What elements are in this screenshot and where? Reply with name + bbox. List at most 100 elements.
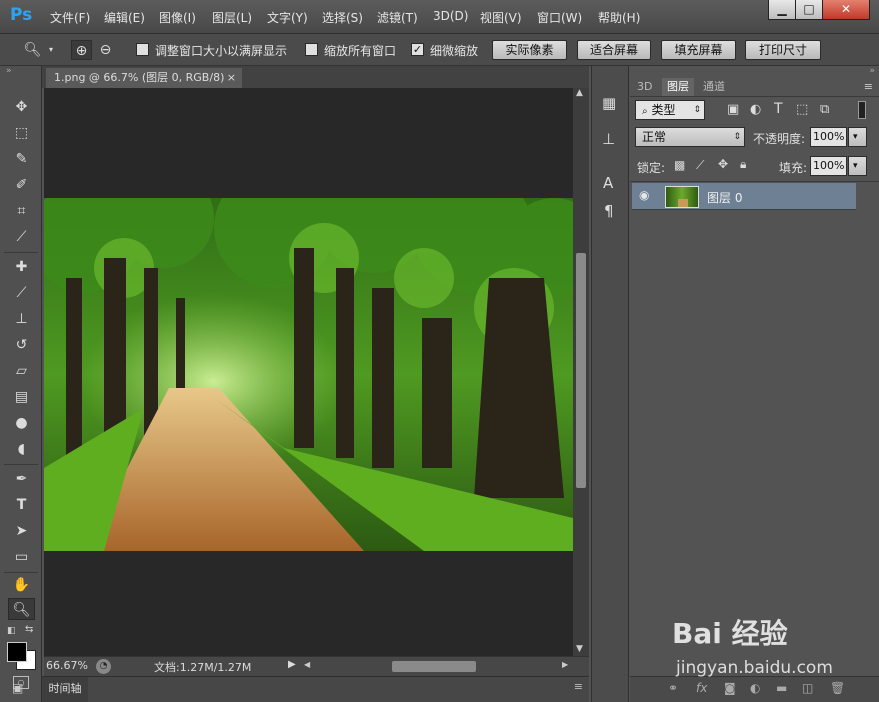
hand-tool-icon[interactable]: ✋ <box>8 574 35 596</box>
close-tab-icon[interactable]: × <box>227 68 236 88</box>
image-forest-road <box>44 198 573 551</box>
swap-colors-icon[interactable]: ⇆ <box>25 624 33 635</box>
menu-view[interactable]: 视图(V) <box>480 9 522 26</box>
filter-shape-icon[interactable]: ⬚ <box>796 102 808 117</box>
shape-tool-icon[interactable]: ▭ <box>8 546 35 568</box>
chevron-down-icon[interactable]: ▾ <box>44 40 58 60</box>
zoom-out-icon[interactable]: ⊖ <box>95 40 116 60</box>
menu-edit[interactable]: 编辑(E) <box>104 9 145 26</box>
vertical-scrollbar[interactable]: ▲ ▼ <box>573 88 589 656</box>
layer-row[interactable]: ◉ 图层 0 <box>632 183 856 210</box>
collapse-arrows-icon[interactable]: » <box>6 66 12 76</box>
panel-collapse-icon[interactable]: » <box>869 66 875 76</box>
lasso-tool-icon[interactable]: ✎ <box>8 148 35 170</box>
filter-adjustment-icon[interactable]: ◐ <box>750 102 761 117</box>
path-selection-tool-icon[interactable]: ➤ <box>8 520 35 542</box>
scroll-left-icon[interactable]: ◀ <box>304 660 310 669</box>
tab-layers[interactable]: 图层 <box>662 78 694 96</box>
lock-position-icon[interactable]: ✥ <box>718 157 728 171</box>
menu-filter[interactable]: 滤镜(T) <box>377 9 418 26</box>
scrubby-zoom-checkbox[interactable]: ✓ <box>411 43 424 56</box>
fill-dropdown-icon[interactable]: ▾ <box>848 156 867 176</box>
horizontal-scroll-thumb[interactable] <box>392 661 476 672</box>
zoom-all-windows-label: 缩放所有窗口 <box>324 44 397 58</box>
filter-type-icon[interactable]: T <box>774 101 783 117</box>
opacity-dropdown-icon[interactable]: ▾ <box>848 127 867 147</box>
zoom-all-windows-checkbox[interactable] <box>305 43 318 56</box>
fill-input[interactable]: 100% <box>810 156 847 176</box>
status-info-icon[interactable]: ◔ <box>96 659 111 674</box>
resize-windows-checkbox[interactable] <box>136 43 149 56</box>
blur-tool-icon[interactable]: ● <box>8 412 35 434</box>
lock-all-icon[interactable]: 🔒︎ <box>740 157 746 172</box>
crop-tool-icon[interactable]: ⌗ <box>8 200 35 222</box>
clone-stamp-tool-icon[interactable]: ⊥ <box>8 308 35 330</box>
timeline-menu-icon[interactable]: ≡ <box>574 680 583 693</box>
blend-mode-select[interactable]: 正常 ⇕ <box>635 127 745 147</box>
lock-pixels-icon[interactable]: ⟋ <box>696 158 704 173</box>
document-tab[interactable]: 1.png @ 66.7% (图层 0, RGB/8) × <box>46 68 242 88</box>
marquee-tool-icon[interactable]: ⬚ <box>8 122 35 144</box>
layer-name[interactable]: 图层 0 <box>707 189 742 206</box>
fit-screen-button[interactable]: 适合屏幕 <box>577 40 651 60</box>
brush-tool-icon[interactable]: ⟋ <box>8 282 35 304</box>
zoom-tool-preset-icon[interactable]: 🔍︎ <box>22 40 43 60</box>
opacity-input[interactable]: 100% <box>810 127 847 147</box>
menu-select[interactable]: 选择(S) <box>322 9 363 26</box>
zoom-in-icon[interactable]: ⊕ <box>71 40 92 60</box>
menu-3d[interactable]: 3D(D) <box>433 9 468 23</box>
actual-pixels-button[interactable]: 实际像素 <box>492 40 567 60</box>
character-panel-icon[interactable]: A <box>603 174 613 192</box>
filter-smart-object-icon[interactable]: ⧉ <box>820 102 829 117</box>
layer-filter-kind-select[interactable]: ⌕ 类型 ⇕ <box>635 100 705 120</box>
menu-type[interactable]: 文字(Y) <box>267 9 308 26</box>
eyedropper-tool-icon[interactable]: ⟋ <box>8 226 35 248</box>
foreground-color-swatch[interactable] <box>7 642 27 662</box>
lock-transparency-icon[interactable]: ▩ <box>674 158 685 172</box>
default-colors-icon[interactable]: ◧ <box>7 626 16 636</box>
zoom-tool-icon[interactable]: 🔍︎ <box>8 598 35 620</box>
tools-panel: » ✥ ⬚ ✎ ✐ ⌗ ⟋ ✚ ⟋ ⊥ ↺ ▱ ▤ ● ◖ ✒ T ➤ ▭ ✋ … <box>0 66 42 702</box>
visibility-eye-icon[interactable]: ◉ <box>639 188 649 202</box>
screen-mode-icon[interactable]: ▣ <box>12 681 23 695</box>
timeline-tab[interactable]: 时间轴 <box>42 677 88 702</box>
menu-help[interactable]: 帮助(H) <box>598 9 640 26</box>
fill-screen-button[interactable]: 填充屏幕 <box>661 40 736 60</box>
menu-bar: Ps 文件(F) 编辑(E) 图像(I) 图层(L) 文字(Y) 选择(S) 滤… <box>0 0 879 34</box>
close-window-button[interactable]: ✕ <box>822 0 870 20</box>
maximize-button[interactable]: □ <box>795 0 823 20</box>
menu-file[interactable]: 文件(F) <box>50 9 90 26</box>
paragraph-panel-icon[interactable]: ¶ <box>604 202 614 220</box>
gradient-tool-icon[interactable]: ▤ <box>8 386 35 408</box>
scroll-down-icon[interactable]: ▼ <box>576 644 583 654</box>
dodge-tool-icon[interactable]: ◖ <box>8 438 35 460</box>
menu-window[interactable]: 窗口(W) <box>537 9 582 26</box>
canvas-area[interactable] <box>44 88 573 656</box>
vertical-scroll-thumb[interactable] <box>576 253 586 488</box>
select-arrow-icon: ⇕ <box>733 132 741 142</box>
status-menu-arrow-icon[interactable]: ▶ <box>288 659 296 670</box>
minimize-button[interactable]: ▁ <box>768 0 796 20</box>
search-icon: ⌕ <box>642 106 648 117</box>
quick-selection-tool-icon[interactable]: ✐ <box>8 174 35 196</box>
print-size-button[interactable]: 打印尺寸 <box>745 40 821 60</box>
filter-pixel-icon[interactable]: ▣ <box>727 102 739 117</box>
filter-kind-value: 类型 <box>651 103 676 117</box>
healing-brush-tool-icon[interactable]: ✚ <box>8 256 35 278</box>
history-brush-tool-icon[interactable]: ↺ <box>8 334 35 356</box>
filter-toggle-switch[interactable] <box>858 101 866 119</box>
pen-tool-icon[interactable]: ✒ <box>8 468 35 490</box>
panel-menu-icon[interactable]: ≡ <box>864 80 873 93</box>
menu-layer[interactable]: 图层(L) <box>212 9 252 26</box>
clone-source-panel-icon[interactable]: ⊥ <box>602 130 615 148</box>
tab-3d[interactable]: 3D <box>632 78 657 96</box>
move-tool-icon[interactable]: ✥ <box>8 96 35 118</box>
zoom-level[interactable]: 66.67% <box>46 659 88 672</box>
eraser-tool-icon[interactable]: ▱ <box>8 360 35 382</box>
scroll-right-icon[interactable]: ▶ <box>562 660 568 669</box>
swatches-panel-icon[interactable]: ▦ <box>602 94 616 112</box>
scroll-up-icon[interactable]: ▲ <box>576 88 583 98</box>
tab-channels[interactable]: 通道 <box>698 78 730 96</box>
menu-image[interactable]: 图像(I) <box>159 9 196 26</box>
type-tool-icon[interactable]: T <box>8 494 35 516</box>
